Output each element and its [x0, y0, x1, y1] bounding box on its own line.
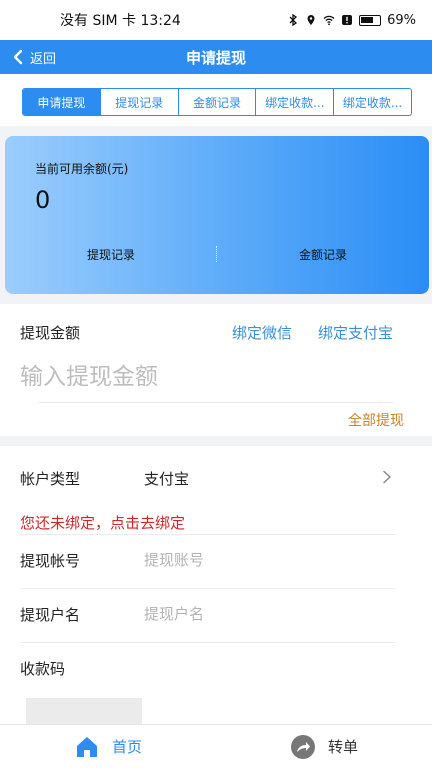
nav-home-label: 首页 [111, 738, 142, 756]
withdraw-records-link[interactable]: 提现记录 [5, 242, 217, 266]
account-section: 帐户类型 支付宝 您还未绑定，点击去绑定 提现帐号 提现户名 收款码 [0, 446, 432, 724]
chevron-left-icon [13, 49, 23, 65]
nav-transfer-label: 转单 [327, 738, 358, 756]
status-icons: 69% [287, 13, 416, 28]
back-label: 返回 [30, 51, 57, 67]
carrier-time: 没有 SIM 卡 13:24 [60, 13, 181, 29]
card-divider [216, 246, 217, 262]
bind-account-warning[interactable]: 您还未绑定，点击去绑定 [20, 512, 185, 533]
qr-code-upload[interactable] [26, 698, 142, 724]
withdraw-amount-title: 提现金额 [20, 324, 81, 342]
battery-icon [359, 14, 382, 26]
divider [20, 534, 396, 535]
battery-level: 69% [387, 12, 416, 28]
divider [38, 402, 394, 403]
bind-alipay-link[interactable]: 绑定支付宝 [318, 322, 393, 343]
withdraw-amount-section: 提现金额 绑定微信 绑定支付宝 全部提现 [0, 304, 432, 436]
alert-icon [342, 15, 353, 25]
bottom-nav: 首页 转单 [0, 724, 432, 768]
segmented-tabs: 申请提现 提现记录 金额记录 绑定收款... 绑定收款... [22, 88, 412, 116]
balance-amount: 0 [35, 186, 51, 214]
back-button[interactable]: 返回 [10, 40, 56, 74]
tab-bind-account-2[interactable]: 绑定收款... [334, 89, 411, 115]
tab-bind-account-1[interactable]: 绑定收款... [256, 89, 335, 115]
share-arrow-icon [290, 734, 315, 759]
wifi-icon [323, 15, 335, 26]
bind-wechat-link[interactable]: 绑定微信 [232, 322, 292, 343]
tab-amount-records[interactable]: 金额记录 [179, 89, 257, 115]
home-icon [76, 736, 97, 757]
tab-apply-withdraw[interactable]: 申请提现 [23, 89, 101, 115]
withdraw-all-button[interactable]: 全部提现 [348, 410, 404, 430]
account-name-label: 提现户名 [20, 606, 81, 624]
chevron-right-icon[interactable] [380, 470, 394, 484]
amount-records-link[interactable]: 金额记录 [217, 242, 429, 266]
nav-transfer[interactable]: 转单 [216, 725, 432, 768]
tab-withdraw-records[interactable]: 提现记录 [101, 89, 179, 115]
page-title: 申请提现 [185, 48, 246, 67]
balance-card: 当前可用余额(元) 0 提现记录 金额记录 [5, 136, 429, 294]
divider [20, 642, 396, 643]
nav-home[interactable]: 首页 [0, 725, 216, 768]
tab-bar: 申请提现 提现记录 金额记录 绑定收款... 绑定收款... [0, 74, 432, 126]
location-icon [307, 15, 315, 25]
withdraw-amount-input[interactable] [20, 354, 400, 400]
account-name-input[interactable] [144, 601, 394, 627]
balance-label: 当前可用余额(元) [35, 162, 129, 176]
card-links: 提现记录 金额记录 [5, 242, 429, 266]
account-type-label: 帐户类型 [20, 470, 81, 488]
bluetooth-icon [289, 14, 298, 26]
qr-code-label: 收款码 [20, 660, 66, 678]
divider [20, 588, 396, 589]
account-number-input[interactable] [144, 547, 394, 573]
account-number-label: 提现帐号 [20, 552, 81, 570]
nav-bar: 返回 申请提现 [0, 40, 432, 74]
status-bar: 没有 SIM 卡 13:24 69% [0, 0, 432, 40]
account-type-value[interactable]: 支付宝 [144, 468, 189, 489]
